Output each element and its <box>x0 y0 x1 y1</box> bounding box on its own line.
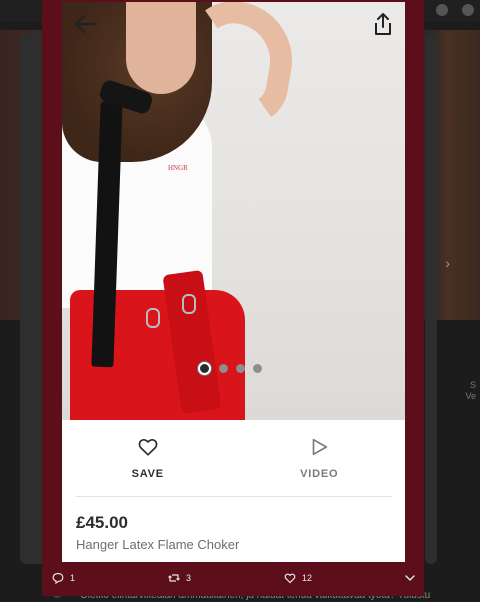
background-next-icon: › <box>445 255 450 271</box>
like-count: 12 <box>302 573 313 583</box>
reply-count: 1 <box>70 573 76 583</box>
reply-button[interactable]: 1 <box>52 572 75 584</box>
pagination-dot[interactable] <box>198 362 211 375</box>
back-arrow-icon <box>74 14 98 34</box>
divider <box>76 496 392 497</box>
like-icon <box>284 573 296 584</box>
photo-ring <box>146 308 160 328</box>
background-icon <box>462 4 474 16</box>
like-button[interactable]: 12 <box>284 572 312 584</box>
photo-ring <box>182 294 196 314</box>
share-button[interactable] <box>373 12 393 36</box>
product-image[interactable]: HNGR <box>62 2 405 420</box>
reply-icon <box>52 572 64 584</box>
video-button[interactable]: VIDEO <box>234 420 406 496</box>
background-side-text: S Ve <box>465 380 476 401</box>
back-button[interactable] <box>74 14 98 34</box>
save-button[interactable]: SAVE <box>62 420 234 496</box>
save-label: SAVE <box>131 468 164 480</box>
pagination-dot[interactable] <box>236 364 245 373</box>
pagination-dot[interactable] <box>219 364 228 373</box>
chevron-down-icon <box>405 575 415 581</box>
tweet-action-bar: 1 3 12 <box>42 572 424 590</box>
retweet-button[interactable]: 3 <box>168 572 191 584</box>
more-button[interactable] <box>404 572 416 584</box>
app-screen: HNGR SAVE VIDEO £45.00 Hanger Latex Flam… <box>62 2 405 562</box>
product-actions: SAVE VIDEO <box>62 420 405 496</box>
product-price: £45.00 <box>76 513 128 532</box>
play-icon <box>312 438 328 456</box>
video-label: VIDEO <box>300 468 339 480</box>
heart-icon <box>138 438 158 456</box>
background-icon <box>436 4 448 16</box>
retweet-icon <box>168 574 180 582</box>
product-name: Hanger Latex Flame Choker <box>76 537 240 552</box>
pagination-dot[interactable] <box>253 364 262 373</box>
gallery-pagination <box>198 362 262 375</box>
retweet-count: 3 <box>186 573 192 583</box>
background-card <box>425 34 437 564</box>
share-icon <box>375 13 391 35</box>
shirt-logo-text: HNGR <box>168 164 188 172</box>
